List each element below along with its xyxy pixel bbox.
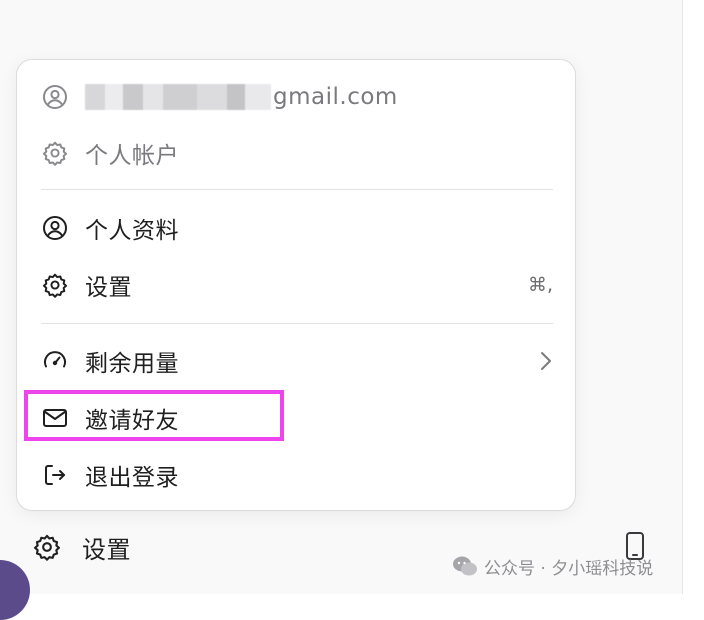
menu-item-label: 退出登录 xyxy=(85,465,179,491)
user-circle-icon xyxy=(41,83,69,111)
menu-item-profile[interactable]: 个人资料 xyxy=(41,208,553,248)
chevron-right-icon xyxy=(539,350,553,372)
menu-item-usage[interactable]: 剩余用量 xyxy=(41,341,553,381)
email-suffix: gmail.com xyxy=(273,83,398,110)
user-circle-icon xyxy=(41,214,69,242)
menu-item-settings[interactable]: 设置 ⌘, xyxy=(41,265,553,305)
sidebar-settings-button[interactable]: 设置 xyxy=(32,527,131,567)
account-menu: gmail.com 个人帐户 个人资料 设置 ⌘, 剩余用量 邀请好友 退出登录 xyxy=(16,59,576,511)
watermark: 公众号 · 夕小瑶科技说 xyxy=(452,552,653,580)
account-email: gmail.com xyxy=(85,84,398,111)
sidebar-settings-label: 设置 xyxy=(82,535,131,564)
menu-divider xyxy=(41,323,553,324)
wechat-icon xyxy=(453,556,477,576)
personal-account-row[interactable]: 个人帐户 xyxy=(41,133,553,173)
logout-icon xyxy=(41,461,69,489)
menu-item-logout[interactable]: 退出登录 xyxy=(41,455,553,495)
gear-icon xyxy=(32,532,62,562)
highlight-box xyxy=(24,390,284,441)
personal-account-label: 个人帐户 xyxy=(85,143,179,169)
account-email-row: gmail.com xyxy=(41,77,553,117)
menu-item-label: 剩余用量 xyxy=(85,351,179,377)
settings-shortcut: ⌘, xyxy=(527,274,553,296)
right-panel-edge xyxy=(682,0,704,594)
gear-icon xyxy=(41,271,69,299)
watermark-text: 公众号 · 夕小瑶科技说 xyxy=(484,558,654,579)
email-redacted-mask xyxy=(85,84,271,111)
menu-item-label: 设置 xyxy=(85,275,132,301)
menu-item-label: 个人资料 xyxy=(85,218,179,244)
gear-icon xyxy=(41,139,69,167)
speedometer-icon xyxy=(41,347,69,375)
menu-divider xyxy=(41,189,553,190)
